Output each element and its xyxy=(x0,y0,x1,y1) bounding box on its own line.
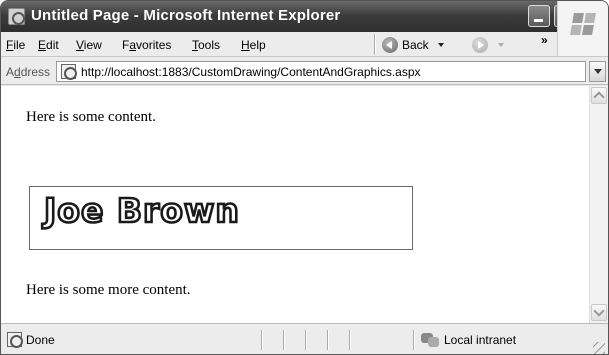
status-panel-divider xyxy=(283,330,285,350)
zone-text: Local intranet xyxy=(444,333,517,347)
toolbar-overflow-chevron[interactable]: » xyxy=(541,33,548,47)
menu-favorites[interactable]: Favorites xyxy=(122,38,171,52)
menu-view[interactable]: View xyxy=(76,38,102,52)
menu-tools-rest: ools xyxy=(198,38,221,52)
resize-grip[interactable] xyxy=(593,342,605,354)
browser-window: Untitled Page - Microsoft Internet Explo… xyxy=(0,0,609,355)
menu-help[interactable]: Help xyxy=(241,38,266,52)
menu-view-rest: iew xyxy=(83,38,102,52)
scroll-up-button[interactable] xyxy=(591,87,607,104)
address-bar: Address http://localhost:1883/CustomDraw… xyxy=(1,57,608,85)
status-panel-divider xyxy=(413,330,415,350)
status-panel-divider xyxy=(305,330,307,350)
forward-arrow-icon xyxy=(472,37,488,53)
graphic-name-text: Joe Brown xyxy=(43,190,241,232)
vertical-scrollbar[interactable] xyxy=(589,86,608,323)
status-panel-divider xyxy=(261,330,263,350)
title-bar[interactable]: Untitled Page - Microsoft Internet Explo… xyxy=(1,1,608,32)
local-intranet-icon xyxy=(421,331,439,347)
address-label-accel: d xyxy=(14,65,21,79)
toolbar-separator xyxy=(374,34,376,55)
address-input[interactable]: http://localhost:1883/CustomDrawing/Cont… xyxy=(56,61,586,82)
status-page-icon xyxy=(7,332,23,348)
back-label: Back xyxy=(402,37,429,52)
menu-edit-rest: dit xyxy=(46,38,59,52)
menu-favorites-rest: vorites xyxy=(136,38,172,52)
menu-help-accel: H xyxy=(241,38,250,52)
forward-button[interactable] xyxy=(472,37,504,53)
menu-bar: File Edit View Favorites Tools Help Back… xyxy=(1,32,608,57)
page-content: Here is some content. Joe Brown Here is … xyxy=(1,86,589,323)
forward-dropdown-icon[interactable] xyxy=(498,43,504,47)
back-arrow-icon xyxy=(382,36,398,53)
windows-logo xyxy=(557,1,608,56)
menu-help-rest: elp xyxy=(249,38,266,52)
menu-view-accel: V xyxy=(76,38,84,52)
menu-tools[interactable]: Tools xyxy=(192,38,220,52)
ie-page-icon xyxy=(8,8,25,25)
content-paragraph-1: Here is some content. xyxy=(26,109,156,125)
status-bar: Done Local intranet xyxy=(1,323,608,354)
menu-edit[interactable]: Edit xyxy=(38,38,59,52)
back-dropdown-icon[interactable] xyxy=(437,42,444,47)
status-panel-divider xyxy=(327,330,329,350)
address-label-prefix: A xyxy=(6,65,15,79)
menu-file-rest: ile xyxy=(13,38,26,52)
windows-flag-icon xyxy=(570,13,596,35)
back-button[interactable]: Back xyxy=(382,35,444,54)
menu-file[interactable]: File xyxy=(6,38,25,52)
address-label-rest: dress xyxy=(20,65,51,79)
status-text: Done xyxy=(26,333,55,347)
content-paragraph-2: Here is some more content. xyxy=(26,282,191,298)
window-title: Untitled Page - Microsoft Internet Explo… xyxy=(31,7,341,24)
page-icon xyxy=(61,64,77,80)
status-panel-divider xyxy=(349,330,351,350)
minimize-button[interactable] xyxy=(528,5,550,27)
address-url[interactable]: http://localhost:1883/CustomDrawing/Cont… xyxy=(81,65,421,79)
scroll-down-button[interactable] xyxy=(591,304,607,321)
graphic-image: Joe Brown xyxy=(29,186,413,250)
address-dropdown-button[interactable] xyxy=(589,61,606,82)
menu-edit-accel: E xyxy=(38,38,47,52)
address-label: Address xyxy=(6,65,50,79)
